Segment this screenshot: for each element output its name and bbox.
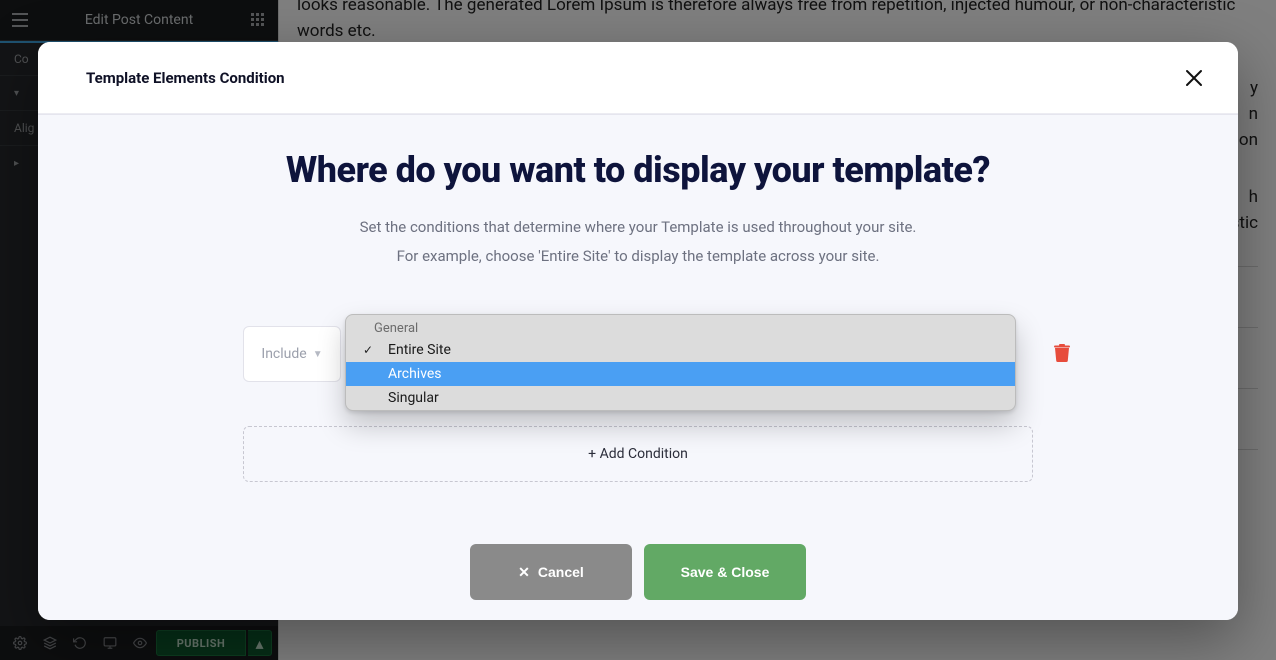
modal-heading: Where do you want to display your templa…: [38, 149, 1238, 191]
cancel-button[interactable]: ✕ Cancel: [470, 544, 632, 600]
location-dropdown[interactable]: General ✓ Entire Site Archives Singular: [345, 314, 1016, 411]
dropdown-group-label: General: [346, 315, 1015, 338]
conditions-modal: Template Elements Condition Where do you…: [38, 42, 1238, 620]
dropdown-option-entire-site[interactable]: ✓ Entire Site: [346, 338, 1015, 362]
chevron-down-icon: ▼: [313, 349, 323, 360]
save-button[interactable]: Save & Close: [644, 544, 806, 600]
check-icon: ✓: [360, 343, 376, 357]
condition-row: Include ▼ General ✓ Entire Site Archives: [243, 326, 1033, 382]
modal-body: Where do you want to display your templa…: [38, 114, 1238, 620]
add-condition-button[interactable]: + Add Condition: [243, 426, 1033, 482]
close-icon: ✕: [518, 564, 530, 581]
close-icon[interactable]: [1180, 64, 1208, 92]
delete-icon[interactable]: [1049, 340, 1075, 366]
include-select[interactable]: Include ▼: [243, 326, 341, 382]
modal-subtitle: Set the conditions that determine where …: [38, 213, 1238, 270]
dropdown-option-singular[interactable]: Singular: [346, 386, 1015, 410]
modal-header: Template Elements Condition: [38, 42, 1238, 114]
modal-title: Template Elements Condition: [86, 69, 285, 87]
dropdown-option-archives[interactable]: Archives: [346, 362, 1015, 386]
modal-actions: ✕ Cancel Save & Close: [38, 544, 1238, 600]
conditions-container: Include ▼ General ✓ Entire Site Archives: [243, 326, 1033, 482]
modal-overlay: Template Elements Condition Where do you…: [0, 0, 1276, 660]
